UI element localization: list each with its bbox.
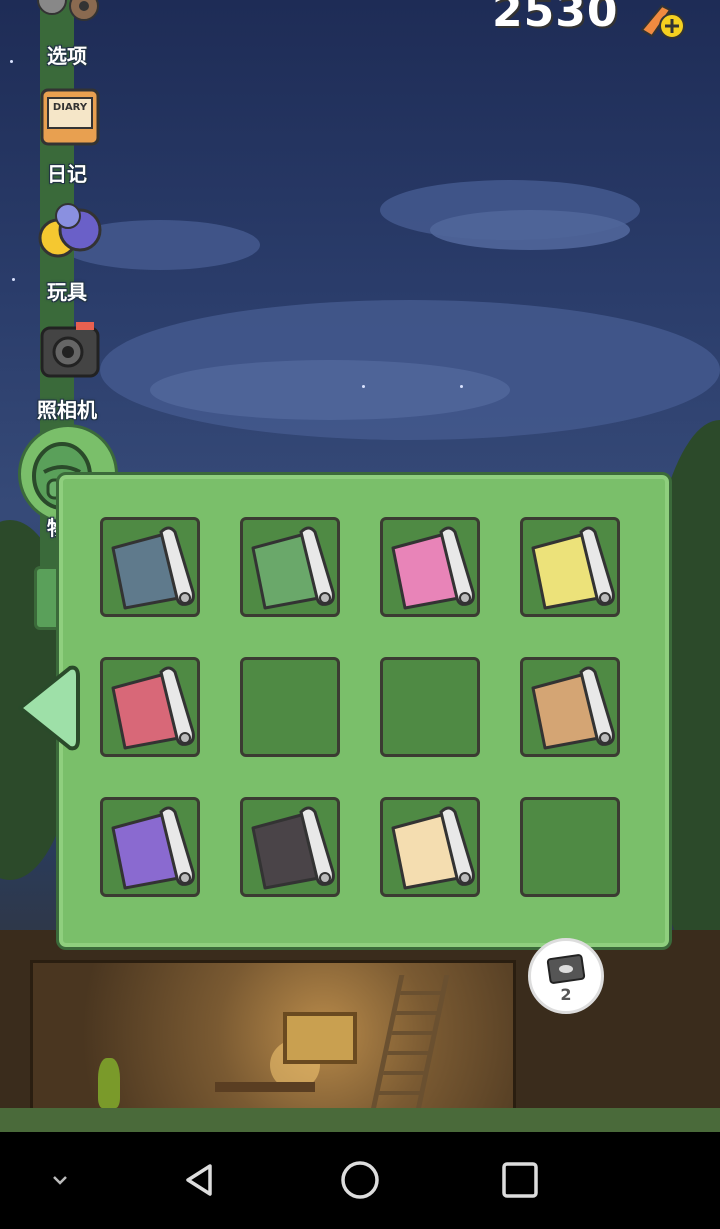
cloth-pink-hearts-icon <box>391 526 475 610</box>
arrow-left-icon[interactable] <box>16 662 82 754</box>
menu-label-toys[interactable]: 玩具 <box>0 276 134 305</box>
star <box>362 385 365 388</box>
inventory-slot[interactable] <box>100 657 200 757</box>
menu-item-toys[interactable] <box>14 200 124 266</box>
inventory-slot[interactable] <box>100 517 200 617</box>
frog-character[interactable] <box>98 1058 120 1108</box>
diary-icon-text: DIARY <box>53 102 88 113</box>
home-icon[interactable] <box>330 1150 390 1210</box>
chevron-down-icon[interactable] <box>30 1150 90 1210</box>
gear-icon[interactable] <box>22 0 112 32</box>
inventory-slot-empty[interactable] <box>240 657 340 757</box>
cloth-red-pattern-icon <box>111 666 195 750</box>
inventory-slot-empty[interactable] <box>520 797 620 897</box>
camera-icon <box>40 322 100 378</box>
add-clover-icon[interactable] <box>636 0 696 42</box>
star <box>460 385 463 388</box>
menu-label-options[interactable]: 选项 <box>0 40 134 69</box>
inventory-slot-empty[interactable] <box>380 657 480 757</box>
menu-label-camera[interactable]: 照相机 <box>0 394 134 423</box>
menu-label-diary[interactable]: 日记 <box>0 158 134 187</box>
cloud <box>430 210 630 250</box>
clover-count: 2530 <box>492 0 619 37</box>
inventory-slot[interactable] <box>240 797 340 897</box>
cloth-green-leaf-icon <box>251 526 335 610</box>
inventory-slot[interactable] <box>380 797 480 897</box>
floor <box>0 1108 720 1132</box>
back-icon[interactable] <box>170 1150 230 1210</box>
picture-frame <box>283 1012 357 1064</box>
menu-item-camera[interactable] <box>14 318 124 384</box>
table <box>215 1082 315 1092</box>
cloth-carrot-icon <box>391 806 475 890</box>
cloth-black-sakura-icon <box>251 806 335 890</box>
ticket-icon <box>546 954 586 984</box>
menu-item-diary[interactable]: DIARY <box>14 84 124 150</box>
recents-icon[interactable] <box>490 1150 550 1210</box>
toy-balls-icon <box>38 203 102 258</box>
inventory-slot[interactable] <box>100 797 200 897</box>
cloth-purple-sakura-icon <box>111 806 195 890</box>
cloth-yellow-banana-icon <box>531 526 615 610</box>
diary-icon: DIARY <box>40 88 100 146</box>
inventory-slot[interactable] <box>380 517 480 617</box>
cloth-tan-wood-icon <box>531 666 615 750</box>
cloud <box>150 360 510 420</box>
inventory-slot[interactable] <box>520 517 620 617</box>
ticket-badge[interactable]: 2 <box>528 938 604 1014</box>
inventory-slot[interactable] <box>520 657 620 757</box>
cloth-blue-mat-icon <box>111 526 195 610</box>
inventory-slot[interactable] <box>240 517 340 617</box>
badge-count: 2 <box>560 985 572 1004</box>
